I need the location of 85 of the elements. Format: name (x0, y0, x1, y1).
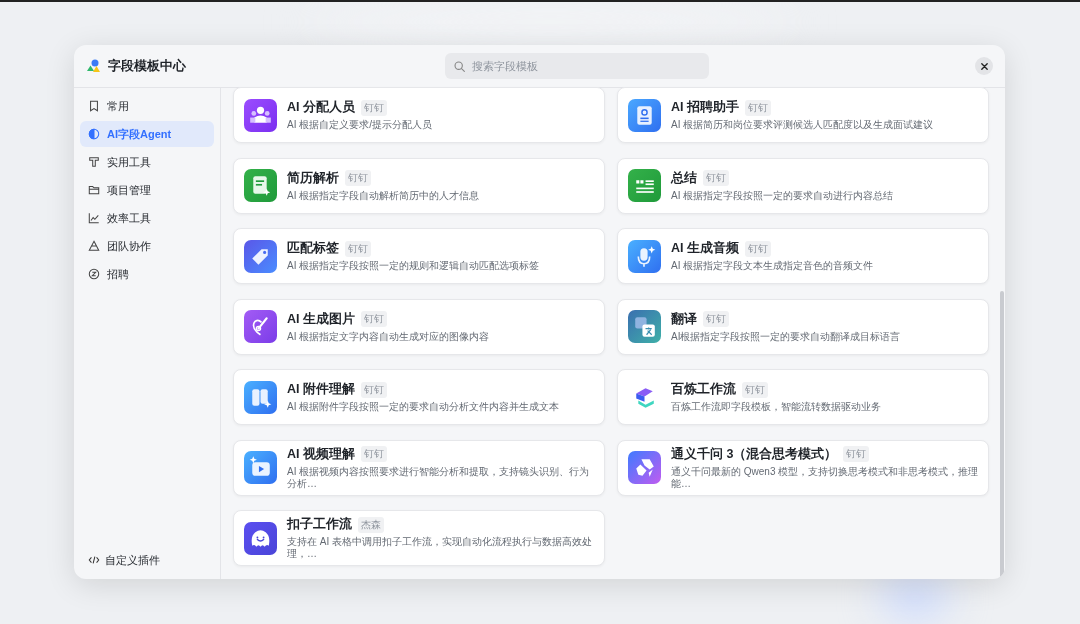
template-card[interactable]: 百炼工作流 钉钉 百炼工作流即字段模板，智能流转数据驱动业务 (617, 369, 989, 425)
sidebar-item[interactable]: 常用 (80, 93, 214, 119)
source-tag: 钉钉 (745, 240, 771, 257)
template-card[interactable]: 翻译 钉钉 AI根据指定字段按照一定的要求自动翻译成目标语言 (617, 298, 989, 355)
template-card[interactable]: 匹配标签 钉钉 AI 根据指定字段按照一定的规则和逻辑自动匹配选项标签 (233, 228, 605, 284)
template-title: 翻译 (671, 310, 697, 328)
template-title: AI 招聘助手 (671, 99, 739, 116)
profile-card-icon (628, 98, 661, 132)
source-tag: 钉钉 (361, 311, 387, 327)
template-card[interactable]: 扣子工作流 杰森 支持在 AI 表格中调用扣子工作流，实现自动化流程执行与数据高效处理，… (233, 510, 605, 566)
source-tag: 钉钉 (345, 240, 371, 257)
template-title: AI 生成音频 (671, 240, 739, 257)
circle-icon (88, 128, 100, 140)
template-card[interactable]: AI 视频理解 钉钉 AI 根据视频内容按照要求进行智能分析和提取，支持镜头识别、行为分析… (233, 439, 605, 496)
source-tag: 钉钉 (361, 446, 387, 462)
chart-icon (88, 212, 100, 224)
template-title: AI 视频理解 (287, 445, 355, 463)
search-field[interactable]: 搜索字段模板 (445, 53, 709, 79)
template-description: AI 根据指定字段文本生成指定音色的音频文件 (671, 260, 875, 272)
template-title: AI 分配人员 (287, 99, 355, 116)
template-description: AI 根据指定文字内容自动生成对应的图像内容 (287, 330, 491, 343)
template-card[interactable]: 总结 钉钉 AI 根据指定字段按照一定的要求自动进行内容总结 (617, 157, 989, 214)
tag-icon (244, 239, 277, 273)
template-description: AI根据指定字段按照一定的要求自动翻译成目标语言 (671, 330, 902, 343)
template-description: 支持在 AI 表格中调用扣子工作流，实现自动化流程执行与数据高效处理，… (287, 536, 593, 560)
badge-icon (88, 268, 100, 280)
ghost-icon (244, 521, 277, 555)
template-description: AI 根据指定字段自动解析简历中的人才信息 (287, 189, 481, 202)
logo-icon (86, 58, 102, 74)
template-card[interactable]: AI 生成音频 钉钉 AI 根据指定字段文本生成指定音色的音频文件 (617, 228, 989, 284)
document-icon (244, 169, 277, 202)
folder-icon (88, 184, 100, 196)
template-description: 百炼工作流即字段模板，智能流转数据驱动业务 (671, 401, 882, 413)
search-icon (453, 59, 466, 73)
template-title: 总结 (671, 169, 697, 187)
template-description: AI 根据指定字段按照一定的规则和逻辑自动匹配选项标签 (287, 260, 541, 272)
template-title: 简历解析 (287, 169, 339, 187)
close-icon (979, 61, 989, 71)
translate-icon (628, 310, 661, 343)
book-icon (244, 380, 277, 414)
source-tag: 钉钉 (703, 311, 729, 327)
bookmark-icon (88, 100, 100, 112)
template-card[interactable]: 通义千问 3（混合思考模式） 钉钉 通义千问最新的 Qwen3 模型，支持切换思考模式和非思考模式，推理能… (617, 439, 989, 496)
sidebar-item[interactable]: 团队协作 (80, 233, 214, 259)
custom-plugin-link[interactable]: 自定义插件 (80, 549, 214, 571)
template-description: AI 根据视频内容按照要求进行智能分析和提取，支持镜头识别、行为分析… (287, 465, 591, 490)
star-shape-icon (628, 451, 661, 484)
template-description: 通义千问最新的 Qwen3 模型，支持切换思考模式和非思考模式，推理能… (671, 465, 980, 490)
template-card[interactable]: AI 生成图片 钉钉 AI 根据指定文字内容自动生成对应的图像内容 (233, 298, 605, 355)
template-description: AI 根据简历和岗位要求评测候选人匹配度以及生成面试建议 (671, 119, 935, 131)
template-card[interactable]: AI 招聘助手 钉钉 AI 根据简历和岗位要求评测候选人匹配度以及生成面试建议 (617, 87, 989, 143)
source-tag: 钉钉 (843, 446, 870, 462)
dialog-title: 字段模板中心 (108, 57, 186, 75)
source-tag: 杰森 (358, 516, 384, 533)
source-tag: 钉钉 (742, 381, 768, 398)
quote-list-icon (628, 169, 661, 202)
source-tag: 钉钉 (345, 170, 371, 186)
code-icon (88, 554, 100, 566)
close-button[interactable] (975, 57, 993, 75)
sidebar-item[interactable]: 实用工具 (80, 149, 214, 175)
triangle-icon (88, 240, 100, 252)
template-title: AI 生成图片 (287, 310, 355, 328)
template-description: AI 根据指定字段按照一定的要求自动进行内容总结 (671, 189, 895, 202)
video-icon (244, 451, 277, 484)
template-title: AI 附件理解 (287, 381, 355, 398)
template-description: AI 根据自定义要求/提示分配人员 (287, 119, 433, 131)
people-icon (244, 98, 277, 132)
sidebar-item[interactable]: 项目管理 (80, 177, 214, 203)
sidebar-item[interactable]: 效率工具 (80, 205, 214, 231)
template-title: 通义千问 3（混合思考模式） (671, 445, 838, 463)
source-tag: 钉钉 (361, 381, 387, 398)
sidebar-item[interactable]: 招聘 (80, 261, 214, 287)
template-card[interactable]: AI 附件理解 钉钉 AI 根据附件字段按照一定的要求自动分析文件内容并生成文本 (233, 369, 605, 425)
source-tag: 钉钉 (361, 99, 387, 116)
template-title: 扣子工作流 (287, 516, 352, 533)
brush-icon (244, 310, 277, 343)
sidebar-item[interactable]: AI字段Agent (80, 121, 214, 147)
source-tag: 钉钉 (703, 170, 729, 186)
microphone-icon (628, 239, 661, 273)
template-title: 百炼工作流 (671, 381, 736, 398)
template-description: AI 根据附件字段按照一定的要求自动分析文件内容并生成文本 (287, 401, 561, 413)
source-tag: 钉钉 (745, 99, 771, 116)
template-title: 匹配标签 (287, 240, 339, 257)
template-card[interactable]: AI 分配人员 钉钉 AI 根据自定义要求/提示分配人员 (233, 87, 605, 143)
template-card[interactable]: 简历解析 钉钉 AI 根据指定字段自动解析简历中的人才信息 (233, 157, 605, 214)
